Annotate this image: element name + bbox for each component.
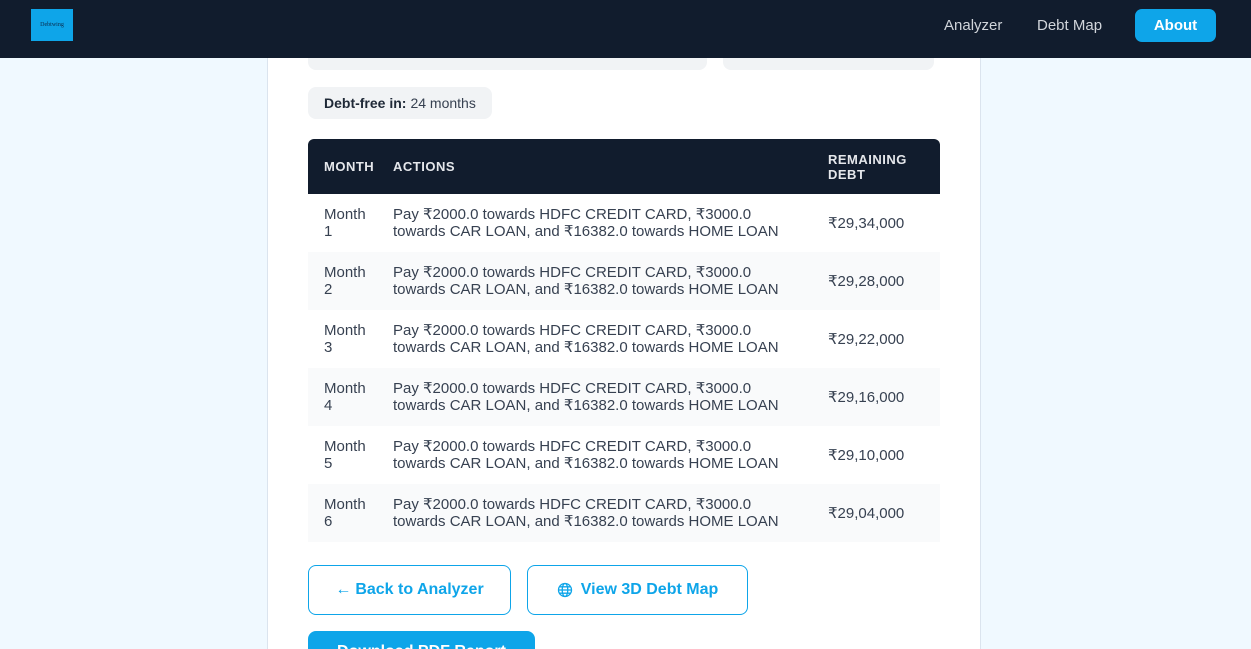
remaining-debt-cell: ₹29,10,000 xyxy=(828,446,905,464)
column-header-actions: ACTIONS xyxy=(393,139,812,194)
remaining-debt-cell: ₹29,34,000 xyxy=(828,214,905,232)
month-cell: Month 2 xyxy=(308,252,393,310)
repayment-table: MONTH ACTIONS REMAINING DEBT Month 1 Pay… xyxy=(308,139,940,542)
action-cell: Pay ₹2000.0 towards HDFC CREDIT CARD, ₹3… xyxy=(393,438,779,472)
table-row: Month 2 Pay ₹2000.0 towards HDFC CREDIT … xyxy=(308,252,940,310)
view-3d-debt-map-button[interactable]: View 3D Debt Map xyxy=(527,565,748,615)
action-cell: Pay ₹2000.0 towards HDFC CREDIT CARD, ₹3… xyxy=(393,484,812,542)
arrow-left-icon: ← xyxy=(335,581,352,598)
action-cell: Pay ₹2000.0 towards HDFC CREDIT CARD, ₹3… xyxy=(393,252,812,310)
nav-link-analyzer[interactable]: Analyzer xyxy=(944,17,1002,34)
table-row: Month 3 Pay ₹2000.0 towards HDFC CREDIT … xyxy=(308,310,940,368)
logo[interactable]: Debtwing xyxy=(31,9,73,41)
month-cell: Month 6 xyxy=(308,484,393,542)
month-cell: Month 3 xyxy=(324,322,366,356)
debt-free-value: 24 months xyxy=(410,95,476,111)
remaining-debt-cell: ₹29,16,000 xyxy=(812,368,940,426)
globe-icon xyxy=(557,582,573,598)
download-pdf-button[interactable]: Download PDF Report xyxy=(308,631,535,649)
action-cell: Pay ₹2000.0 towards HDFC CREDIT CARD, ₹3… xyxy=(393,368,812,426)
remaining-debt-cell: ₹29,04,000 xyxy=(812,484,940,542)
column-header-remaining-debt: REMAINING DEBT xyxy=(812,139,940,194)
remaining-debt-cell: ₹29,28,000 xyxy=(812,252,940,310)
action-cell: Pay ₹2000.0 towards HDFC CREDIT CARD, ₹3… xyxy=(393,206,779,240)
table-row: Month 4 Pay ₹2000.0 towards HDFC CREDIT … xyxy=(308,368,940,426)
month-cell: Month 4 xyxy=(308,368,393,426)
column-header-month: MONTH xyxy=(308,139,393,194)
navbar: Debtwing Analyzer Debt Map About xyxy=(0,0,1251,58)
table-row: Month 5 Pay ₹2000.0 towards HDFC CREDIT … xyxy=(308,426,940,484)
month-cell: Month 1 xyxy=(324,206,366,240)
action-cell: Pay ₹2000.0 towards HDFC CREDIT CARD, ₹3… xyxy=(393,322,779,356)
remaining-debt-cell: ₹29,22,000 xyxy=(828,330,905,348)
nav-about-button[interactable]: About xyxy=(1135,9,1216,42)
back-to-analyzer-label: Back to Analyzer xyxy=(355,581,484,598)
plan-card: Debt-free in: 24 months MONTH ACTIONS RE… xyxy=(267,40,981,649)
back-to-analyzer-button[interactable]: ← Back to Analyzer xyxy=(308,565,511,615)
table-row: Month 1 Pay ₹2000.0 towards HDFC CREDIT … xyxy=(308,194,940,252)
table-header-row: MONTH ACTIONS REMAINING DEBT xyxy=(308,139,940,194)
view-3d-debt-map-label: View 3D Debt Map xyxy=(580,581,719,598)
table-row: Month 6 Pay ₹2000.0 towards HDFC CREDIT … xyxy=(308,484,940,542)
nav-link-debt-map[interactable]: Debt Map xyxy=(1037,17,1102,34)
debt-free-label: Debt-free in: xyxy=(324,95,407,111)
debt-free-badge: Debt-free in: 24 months xyxy=(308,87,492,119)
month-cell: Month 5 xyxy=(324,438,366,472)
